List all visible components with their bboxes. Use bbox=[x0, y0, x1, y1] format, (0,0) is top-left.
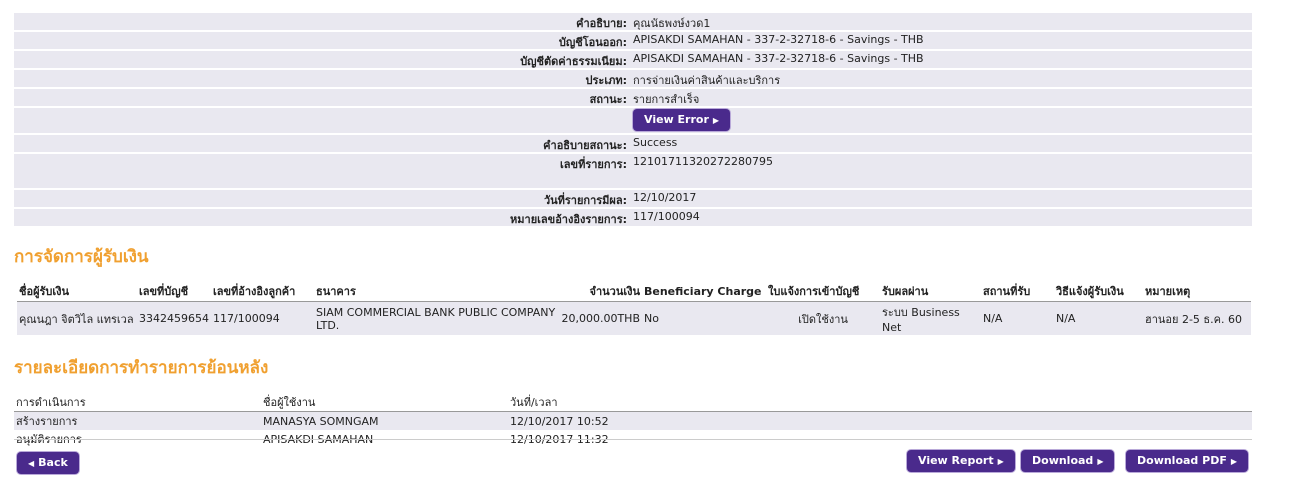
column-header: Beneficiary Charge bbox=[642, 281, 766, 302]
history-datetime: 12/10/2017 10:52 bbox=[508, 411, 1252, 430]
payee-customer-ref: 117/100094 bbox=[211, 301, 314, 335]
column-header: ธนาคาร bbox=[314, 281, 558, 302]
detail-value: การจ่ายเงินค่าสินค้าและบริการ bbox=[633, 74, 781, 87]
detail-value: 12101711320272280795 bbox=[633, 155, 773, 168]
column-header: เลขที่บัญชี bbox=[137, 281, 211, 302]
detail-row-type: ประเภท: การจ่ายเงินค่าสินค้าและบริการ bbox=[14, 70, 1252, 89]
detail-value: 117/100094 bbox=[633, 210, 700, 223]
payee-table: ชื่อผู้รับเงิน เลขที่บัญชี เลขที่อ้างอิง… bbox=[17, 281, 1251, 335]
detail-label: หมายเลขอ้างอิงรายการ: bbox=[510, 213, 627, 226]
payee-section-title: การจัดการผู้รับเงิน bbox=[14, 247, 149, 267]
column-header: วิธีแจ้งผู้รับเงิน bbox=[1054, 281, 1143, 302]
detail-value: 12/10/2017 bbox=[633, 191, 697, 204]
detail-label: บัญชีโอนออก: bbox=[558, 36, 627, 49]
back-button[interactable]: ◀ Back bbox=[17, 452, 79, 474]
payee-table-header: ชื่อผู้รับเงิน เลขที่บัญชี เลขที่อ้างอิง… bbox=[17, 281, 1251, 302]
column-header: ชื่อผู้รับเงิน bbox=[17, 281, 137, 302]
detail-row-fee-account: บัญชีตัดค่าธรรมเนียม: APISAKDI SAMAHAN -… bbox=[14, 51, 1252, 70]
payee-beneficiary-charge: No bbox=[642, 301, 766, 335]
detail-row-status: สถานะ: รายการสำเร็จ bbox=[14, 89, 1252, 108]
detail-value: APISAKDI SAMAHAN - 337-2-32718-6 - Savin… bbox=[633, 33, 924, 46]
column-header: สถานที่รับ bbox=[981, 281, 1054, 302]
detail-row-effective-date: วันที่รายการมีผล: 12/10/2017 bbox=[14, 190, 1252, 209]
detail-label: บัญชีตัดค่าธรรมเนียม: bbox=[520, 55, 627, 68]
detail-label: ประเภท: bbox=[585, 74, 627, 87]
chevron-right-icon: ▶ bbox=[1097, 457, 1104, 466]
column-header: วันที่/เวลา bbox=[508, 393, 1252, 412]
chevron-left-icon: ◀ bbox=[28, 459, 35, 468]
history-user: MANASYA SOMNGAM bbox=[261, 411, 508, 430]
detail-row-view-error: View Error ▶ bbox=[14, 108, 1252, 135]
detail-label: คำอธิบาย: bbox=[576, 17, 627, 30]
detail-value: รายการสำเร็จ bbox=[633, 93, 700, 106]
table-row: คุณนฎา จิตวิไล แทรเวล 3342459654 117/100… bbox=[17, 301, 1251, 335]
history-table-header: การดำเนินการ ชื่อผู้ใช้งาน วันที่/เวลา bbox=[14, 393, 1252, 412]
view-report-button[interactable]: View Report ▶ bbox=[907, 450, 1015, 472]
detail-row-reference-no: หมายเลขอ้างอิงรายการ: 117/100094 bbox=[14, 209, 1252, 228]
payee-advice: เปิดใช้งาน bbox=[766, 301, 880, 335]
detail-label: คำอธิบายสถานะ: bbox=[543, 139, 627, 152]
payee-remark: ฮานอย 2-5 ธ.ค. 60 bbox=[1143, 301, 1251, 335]
detail-value: Success bbox=[633, 136, 678, 149]
detail-label: เลขที่รายการ: bbox=[560, 158, 627, 171]
payee-bank: SIAM COMMERCIAL BANK PUBLIC COMPANY LTD. bbox=[314, 301, 558, 335]
detail-row-transaction-no: เลขที่รายการ: 12101711320272280795 bbox=[14, 154, 1252, 190]
detail-row-description: คำอธิบาย: คุณนัธพงษ์งวด1 bbox=[14, 13, 1252, 32]
column-header: จำนวนเงิน bbox=[558, 281, 642, 302]
divider bbox=[14, 439, 1252, 440]
payee-amount: 20,000.00THB bbox=[558, 301, 642, 335]
payee-pickup-location: N/A bbox=[981, 301, 1054, 335]
column-header: ใบแจ้งการเข้าบัญชี bbox=[766, 281, 880, 302]
payee-notify-method: N/A bbox=[1054, 301, 1143, 335]
payee-name: คุณนฎา จิตวิไล แทรเวล bbox=[17, 301, 137, 335]
column-header: หมายเหตุ bbox=[1143, 281, 1251, 302]
column-header: เลขที่อ้างอิงลูกค้า bbox=[211, 281, 314, 302]
download-button[interactable]: Download ▶ bbox=[1021, 450, 1115, 472]
detail-row-status-description: คำอธิบายสถานะ: Success bbox=[14, 135, 1252, 154]
history-section-title: รายละเอียดการทำรายการย้อนหลัง bbox=[14, 358, 269, 378]
chevron-right-icon: ▶ bbox=[997, 457, 1004, 466]
download-pdf-button[interactable]: Download PDF ▶ bbox=[1126, 450, 1248, 472]
payee-receive-via: ระบบ Business Net bbox=[880, 301, 981, 335]
payee-account-no: 3342459654 bbox=[137, 301, 211, 335]
chevron-right-icon: ▶ bbox=[712, 116, 720, 125]
column-header: รับผลผ่าน bbox=[880, 281, 981, 302]
detail-value: APISAKDI SAMAHAN - 337-2-32718-6 - Savin… bbox=[633, 52, 924, 65]
history-action: สร้างรายการ bbox=[14, 411, 261, 430]
table-row: สร้างรายการ MANASYA SOMNGAM 12/10/2017 1… bbox=[14, 411, 1252, 430]
view-error-button[interactable]: View Error ▶ bbox=[633, 109, 731, 131]
column-header: การดำเนินการ bbox=[14, 393, 261, 412]
detail-value: คุณนัธพงษ์งวด1 bbox=[633, 17, 711, 30]
detail-label: วันที่รายการมีผล: bbox=[543, 194, 627, 207]
detail-label: สถานะ: bbox=[589, 93, 627, 106]
column-header: ชื่อผู้ใช้งาน bbox=[261, 393, 508, 412]
transaction-details: คำอธิบาย: คุณนัธพงษ์งวด1 บัญชีโอนออก: AP… bbox=[14, 13, 1252, 228]
detail-row-debit-account: บัญชีโอนออก: APISAKDI SAMAHAN - 337-2-32… bbox=[14, 32, 1252, 51]
chevron-right-icon: ▶ bbox=[1230, 457, 1237, 466]
